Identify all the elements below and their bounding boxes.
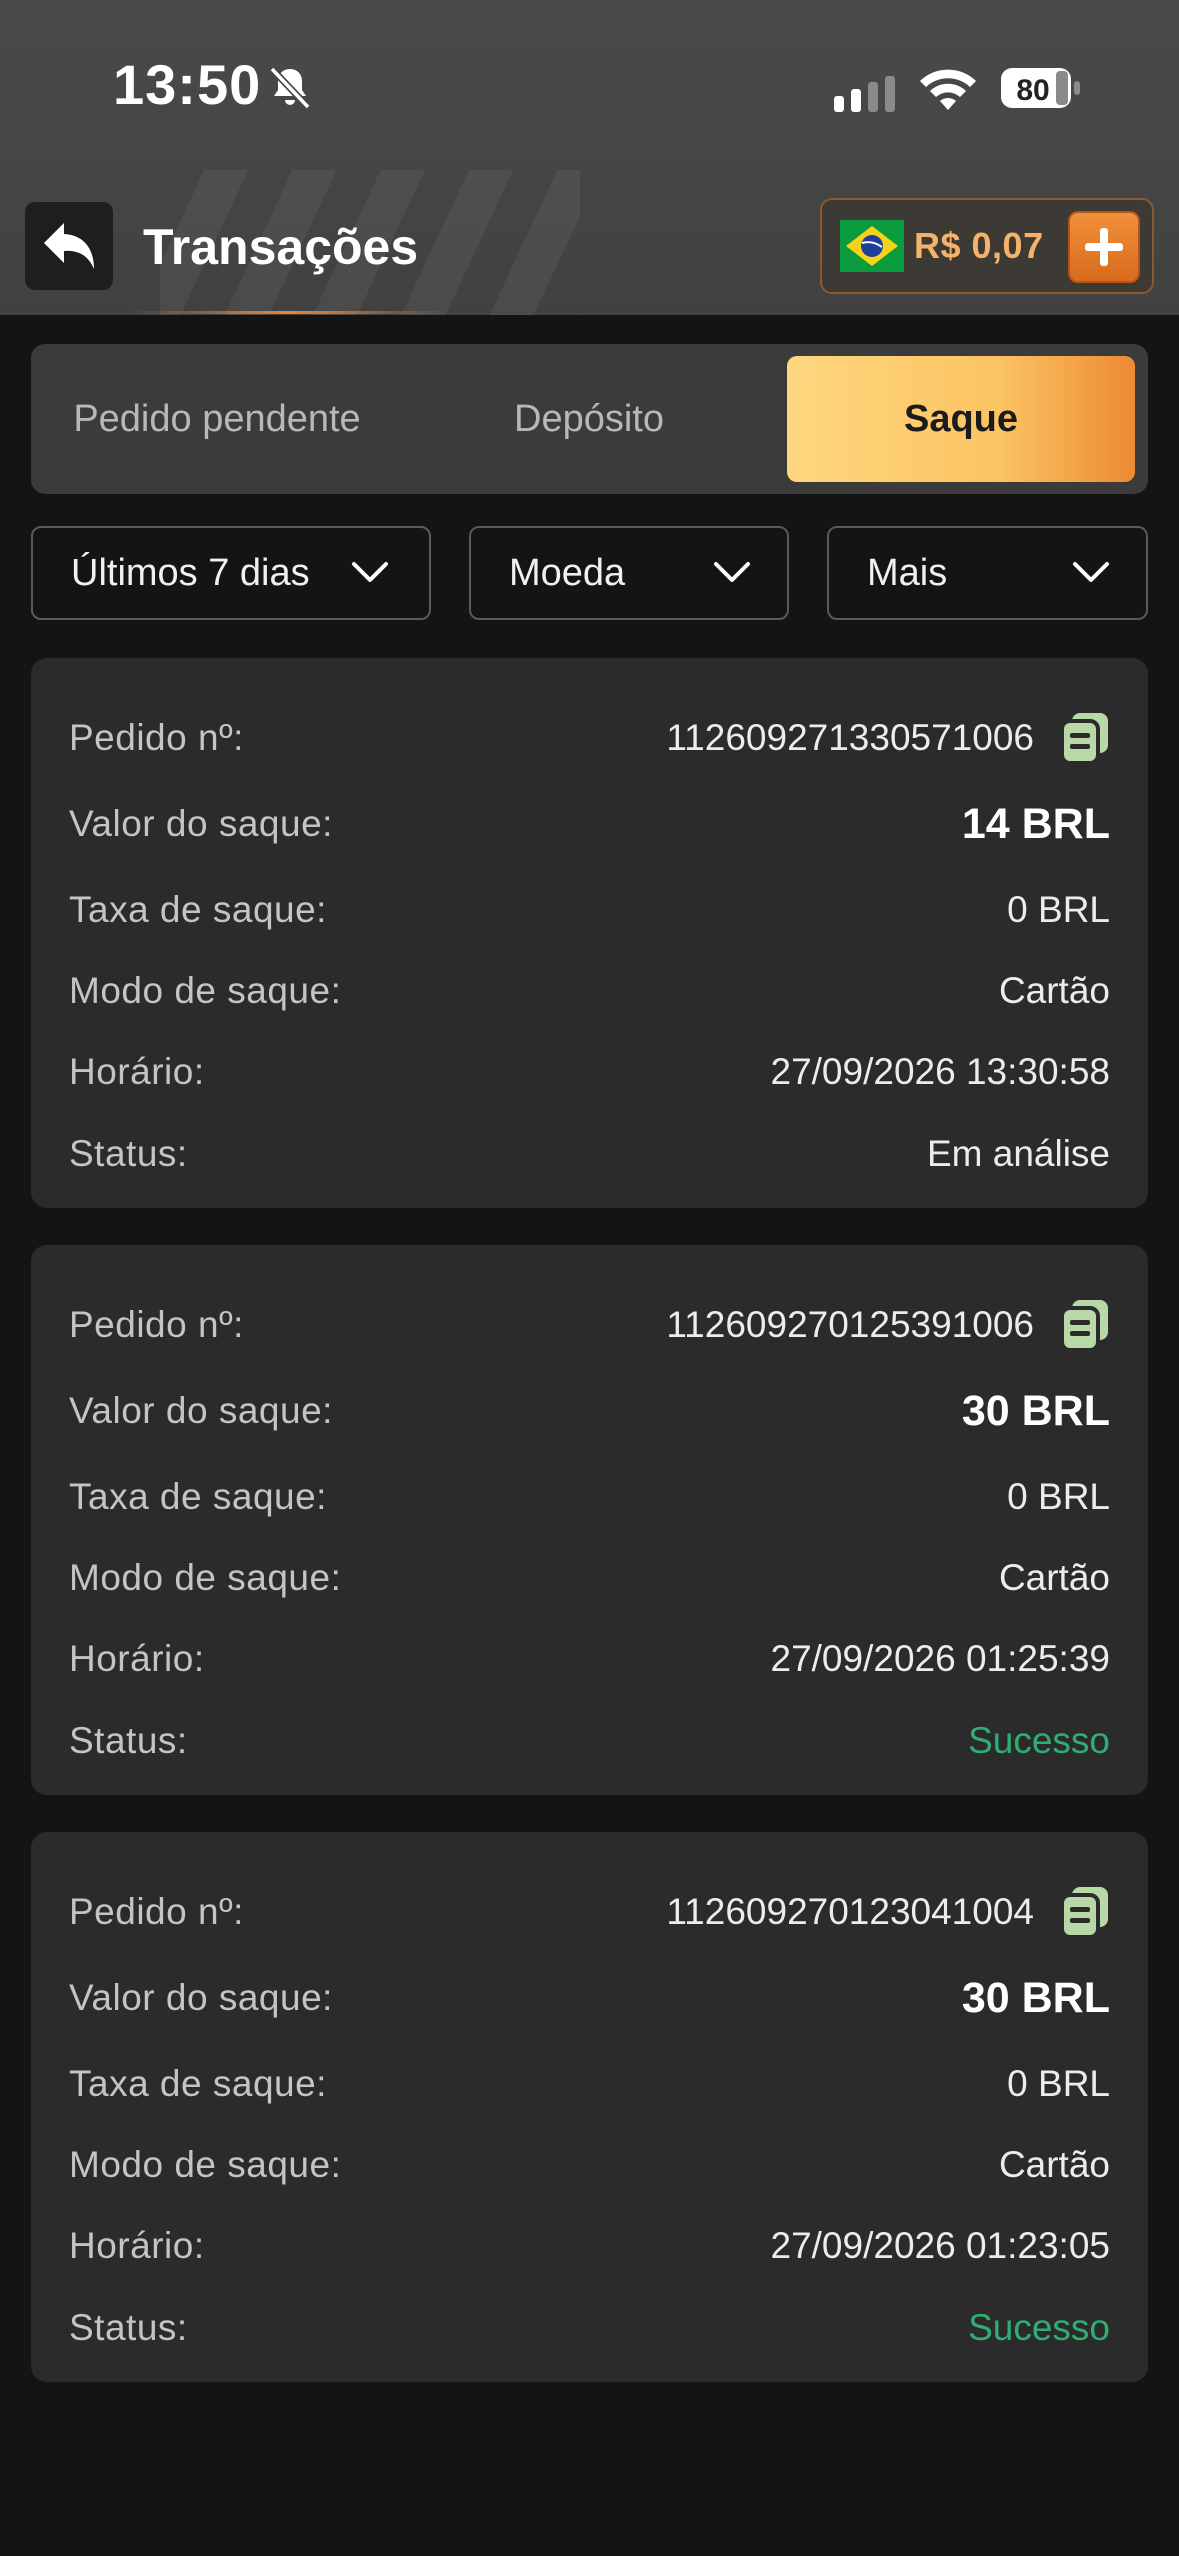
top-header: 13:50 80 Transações R$ 0,07 <box>0 0 1179 315</box>
withdrawal-amount: 30 BRL <box>961 1973 1110 2022</box>
brazil-flag-icon <box>840 220 904 272</box>
battery-level: 80 <box>1016 74 1049 107</box>
copy-icon[interactable] <box>1060 711 1110 765</box>
transaction-card: Pedido nº: 112609270123041004 Valor do s… <box>31 1832 1148 2382</box>
withdrawal-fee: 0 BRL <box>1007 2063 1110 2104</box>
fee-label: Taxa de saque: <box>69 889 327 930</box>
currency-label: Moeda <box>509 551 626 594</box>
withdrawal-amount: 30 BRL <box>961 1386 1110 1435</box>
mode-label: Modo de saque: <box>69 1557 342 1598</box>
bell-slash-icon <box>269 66 311 110</box>
deposit-plus-button[interactable] <box>1068 211 1140 283</box>
balance-widget[interactable]: R$ 0,07 <box>820 198 1154 294</box>
title-underline <box>130 311 450 314</box>
transaction-type-tabs: Pedido pendente Depósito Saque <box>31 344 1148 494</box>
status-label: Status: <box>69 2307 188 2348</box>
battery-icon: 80 <box>1000 66 1082 110</box>
transaction-card: Pedido nº: 112609270125391006 Valor do s… <box>31 1245 1148 1795</box>
status-time: 13:50 <box>113 53 262 116</box>
chevron-down-icon <box>714 562 750 582</box>
amount-label: Valor do saque: <box>69 1977 333 2018</box>
transaction-card: Pedido nº: 112609271330571006 Valor do s… <box>31 658 1148 1208</box>
chevron-down-icon <box>352 562 388 582</box>
status-label: Status: <box>69 1720 188 1761</box>
transaction-status: Em análise <box>926 1133 1110 1174</box>
order-number: 112609271330571006 <box>666 717 1034 758</box>
copy-icon[interactable] <box>1060 1885 1110 1939</box>
page-title: Transações <box>143 219 419 275</box>
currency-dropdown[interactable]: Moeda <box>469 526 789 620</box>
balance-amount: R$ 0,07 <box>914 225 1044 266</box>
mode-label: Modo de saque: <box>69 970 342 1011</box>
withdrawal-mode: Cartão <box>998 970 1110 1011</box>
time-label: Horário: <box>69 1051 205 1092</box>
tab-deposit[interactable]: Depósito <box>403 356 775 482</box>
plus-icon <box>1085 228 1123 266</box>
back-arrow-icon <box>44 223 94 269</box>
transaction-time: 27/09/2026 13:30:58 <box>770 1051 1111 1092</box>
copy-icon[interactable] <box>1060 1298 1110 1352</box>
order-number: 112609270123041004 <box>666 1891 1034 1932</box>
chevron-down-icon <box>1073 562 1109 582</box>
amount-label: Valor do saque: <box>69 803 333 844</box>
signal-icon <box>834 76 895 112</box>
transaction-time: 27/09/2026 01:25:39 <box>770 1638 1111 1679</box>
order-label: Pedido nº: <box>69 1304 244 1345</box>
transaction-status: Sucesso <box>968 2307 1110 2348</box>
wifi-icon <box>920 69 976 110</box>
withdrawal-fee: 0 BRL <box>1007 889 1110 930</box>
withdrawal-amount: 14 BRL <box>961 799 1110 848</box>
back-button[interactable] <box>25 202 113 290</box>
order-number: 112609270125391006 <box>666 1304 1034 1345</box>
order-label: Pedido nº: <box>69 717 244 758</box>
date-range-label: Últimos 7 dias <box>71 551 310 594</box>
order-label: Pedido nº: <box>69 1891 244 1932</box>
tab-withdrawal[interactable]: Saque <box>787 356 1135 482</box>
more-label: Mais <box>867 551 948 594</box>
tab-pending-order[interactable]: Pedido pendente <box>31 356 403 482</box>
time-label: Horário: <box>69 2225 205 2266</box>
more-filters-dropdown[interactable]: Mais <box>827 526 1148 620</box>
transaction-time: 27/09/2026 01:23:05 <box>770 2225 1111 2266</box>
status-label: Status: <box>69 1133 188 1174</box>
fee-label: Taxa de saque: <box>69 1476 327 1517</box>
amount-label: Valor do saque: <box>69 1390 333 1431</box>
withdrawal-mode: Cartão <box>998 2144 1110 2185</box>
mode-label: Modo de saque: <box>69 2144 342 2185</box>
time-label: Horário: <box>69 1638 205 1679</box>
fee-label: Taxa de saque: <box>69 2063 327 2104</box>
withdrawal-fee: 0 BRL <box>1007 1476 1110 1517</box>
date-range-dropdown[interactable]: Últimos 7 dias <box>31 526 431 620</box>
withdrawal-mode: Cartão <box>998 1557 1110 1598</box>
transaction-status: Sucesso <box>968 1720 1110 1761</box>
